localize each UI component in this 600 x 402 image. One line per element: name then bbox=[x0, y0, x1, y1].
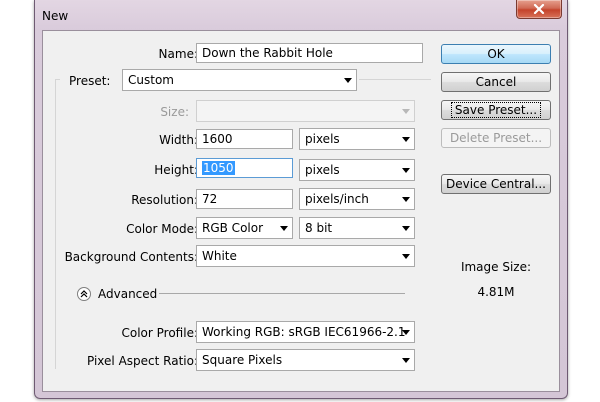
width-label: Width: bbox=[159, 133, 198, 147]
new-document-dialog: New Name: Down the Rabbit Hole Preset: C… bbox=[34, 0, 568, 399]
chevron-down-icon bbox=[402, 137, 410, 142]
height-label: Height: bbox=[154, 163, 198, 177]
bit-depth-value: 8 bit bbox=[305, 221, 333, 235]
save-preset-button[interactable]: Save Preset... bbox=[441, 100, 551, 120]
pixel-aspect-ratio-dropdown[interactable]: Square Pixels bbox=[196, 349, 415, 371]
chevron-down-icon bbox=[402, 358, 410, 363]
height-unit-value: pixels bbox=[305, 163, 340, 177]
height-field[interactable]: 1050 bbox=[196, 158, 293, 178]
chevron-down-icon bbox=[344, 78, 352, 83]
double-chevron-up-icon bbox=[80, 290, 88, 298]
color-mode-dropdown[interactable]: RGB Color bbox=[196, 217, 293, 239]
pixel-aspect-ratio-value: Square Pixels bbox=[202, 353, 283, 367]
preset-group-left-border bbox=[55, 79, 56, 369]
save-preset-label: Save Preset... bbox=[450, 102, 542, 118]
bit-depth-dropdown[interactable]: 8 bit bbox=[299, 217, 415, 239]
chevron-down-icon bbox=[402, 226, 410, 231]
preset-group-top-border-left bbox=[55, 79, 60, 80]
background-contents-label: Background Contents: bbox=[64, 250, 198, 264]
size-label: Size: bbox=[160, 105, 189, 119]
chevron-down-icon bbox=[402, 168, 410, 173]
height-unit-dropdown[interactable]: pixels bbox=[299, 159, 415, 181]
delete-preset-button: Delete Preset... bbox=[441, 128, 551, 148]
pixel-aspect-ratio-label: Pixel Aspect Ratio: bbox=[87, 354, 198, 368]
color-mode-value: RGB Color bbox=[202, 221, 264, 235]
close-icon bbox=[533, 4, 545, 14]
background-contents-dropdown[interactable]: White bbox=[196, 245, 415, 267]
resolution-label: Resolution: bbox=[131, 193, 198, 207]
resolution-unit-dropdown[interactable]: pixels/inch bbox=[299, 188, 415, 210]
color-profile-value: Working RGB: sRGB IEC61966-2.1 bbox=[202, 325, 406, 339]
chevron-down-icon bbox=[402, 197, 410, 202]
close-button[interactable] bbox=[516, 0, 562, 19]
window-title: New bbox=[42, 9, 69, 23]
color-profile-label: Color Profile: bbox=[121, 326, 199, 340]
preset-group-top-border-right bbox=[359, 79, 431, 80]
preset-label: Preset: bbox=[69, 74, 111, 88]
resolution-field[interactable]: 72 bbox=[196, 189, 293, 209]
chevron-down-icon bbox=[402, 330, 410, 335]
color-mode-label: Color Mode: bbox=[126, 222, 198, 236]
name-label: Name: bbox=[158, 47, 198, 61]
size-dropdown bbox=[196, 100, 415, 122]
chevron-down-icon bbox=[280, 226, 288, 231]
device-central-button[interactable]: Device Central... bbox=[441, 174, 551, 194]
chevron-down-icon bbox=[402, 254, 410, 259]
resolution-unit-value: pixels/inch bbox=[305, 192, 369, 206]
name-field[interactable]: Down the Rabbit Hole bbox=[196, 43, 423, 63]
background-contents-value: White bbox=[202, 249, 237, 263]
advanced-separator bbox=[159, 293, 405, 294]
preset-dropdown[interactable]: Custom bbox=[122, 69, 357, 91]
height-value: 1050 bbox=[202, 161, 235, 175]
ok-button[interactable]: OK bbox=[441, 44, 551, 64]
width-unit-dropdown[interactable]: pixels bbox=[299, 128, 415, 150]
image-size-value: 4.81M bbox=[477, 285, 515, 299]
width-field[interactable]: 1600 bbox=[196, 129, 293, 149]
advanced-label: Advanced bbox=[98, 287, 158, 301]
width-unit-value: pixels bbox=[305, 132, 340, 146]
advanced-toggle[interactable] bbox=[77, 287, 91, 301]
image-size-label: Image Size: bbox=[460, 260, 532, 274]
preset-value: Custom bbox=[128, 73, 174, 87]
cancel-button[interactable]: Cancel bbox=[441, 72, 551, 92]
chevron-down-icon bbox=[402, 109, 410, 114]
color-profile-dropdown[interactable]: Working RGB: sRGB IEC61966-2.1 bbox=[196, 321, 415, 343]
dialog-body: Name: Down the Rabbit Hole Preset: Custo… bbox=[42, 30, 560, 392]
title-bar[interactable]: New bbox=[35, 0, 567, 30]
